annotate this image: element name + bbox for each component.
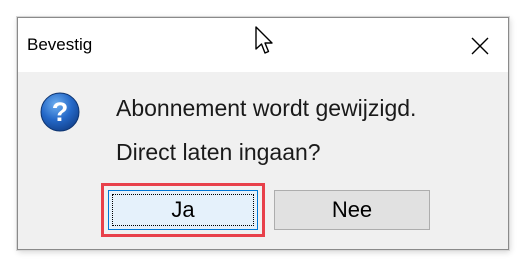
confirm-dialog: Bevestig ? Abonnement wordt gewijzigd. D… (17, 17, 509, 250)
no-button[interactable]: Nee (274, 190, 430, 230)
svg-text:?: ? (52, 97, 69, 127)
no-button-label: Nee (331, 197, 373, 222)
dialog-title: Bevestig (27, 35, 93, 54)
mouse-cursor-icon (255, 26, 273, 54)
dialog-titlebar[interactable]: Bevestig (18, 18, 508, 72)
message-line-2: Direct laten ingaan? (116, 139, 321, 165)
screenshot-stage: Bevestig ? Abonnement wordt gewijzigd. D… (0, 0, 520, 262)
yes-button[interactable]: Ja (108, 190, 258, 230)
focus-indicator (112, 194, 254, 226)
dialog-content: ? Abonnement wordt gewijzigd. Direct lat… (18, 72, 508, 251)
close-button[interactable] (462, 28, 498, 64)
question-icon: ? (40, 92, 80, 132)
message-line-1: Abonnement wordt gewijzigd. (116, 95, 417, 121)
close-icon (471, 37, 489, 55)
